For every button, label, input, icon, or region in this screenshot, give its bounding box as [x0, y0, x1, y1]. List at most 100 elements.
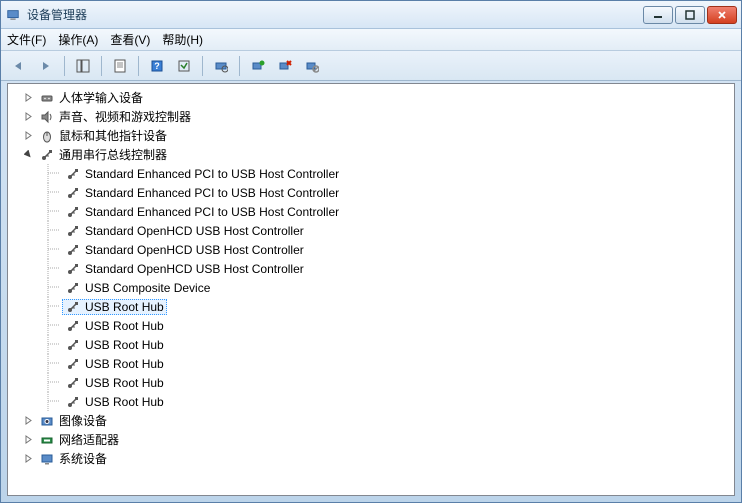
- tree-item-label-wrap[interactable]: Standard Enhanced PCI to USB Host Contro…: [62, 204, 342, 220]
- tree-branch-icon: [42, 354, 62, 373]
- usb-icon: [65, 261, 81, 277]
- collapse-icon[interactable]: [22, 149, 34, 161]
- disable-button[interactable]: [300, 54, 324, 78]
- tree-item-label: Standard Enhanced PCI to USB Host Contro…: [85, 205, 339, 219]
- update-driver-button[interactable]: [246, 54, 270, 78]
- expand-icon[interactable]: [22, 415, 34, 427]
- tree-item-label-wrap[interactable]: Standard OpenHCD USB Host Controller: [62, 261, 307, 277]
- svg-text:?: ?: [154, 61, 160, 71]
- toolbar: ?: [1, 51, 741, 81]
- usb-icon: [65, 375, 81, 391]
- toolbar-separator: [239, 56, 240, 76]
- expand-icon[interactable]: [22, 434, 34, 446]
- toolbar-separator: [138, 56, 139, 76]
- tree-item-label: USB Root Hub: [85, 357, 164, 371]
- tree-branch-icon: [42, 335, 62, 354]
- hid-icon: [39, 90, 55, 106]
- usb-icon: [65, 337, 81, 353]
- show-hide-tree-button[interactable]: [71, 54, 95, 78]
- tree-item-label: 图像设备: [59, 412, 107, 429]
- scan-hardware-button[interactable]: [209, 54, 233, 78]
- tree-category[interactable]: 系统设备: [16, 449, 734, 468]
- menu-file[interactable]: 文件(F): [7, 31, 46, 48]
- tree-category[interactable]: 鼠标和其他指针设备: [16, 126, 734, 145]
- tree-item-label: USB Root Hub: [85, 338, 164, 352]
- usb-icon: [65, 223, 81, 239]
- tree-category[interactable]: 通用串行总线控制器: [16, 145, 734, 164]
- tree-item-label-wrap[interactable]: USB Root Hub: [62, 299, 167, 315]
- usb-icon: [65, 280, 81, 296]
- tree-item[interactable]: USB Root Hub: [16, 335, 734, 354]
- usb-icon: [65, 394, 81, 410]
- usb-icon: [65, 299, 81, 315]
- tree-item-label-wrap[interactable]: 声音、视频和游戏控制器: [36, 109, 194, 125]
- tree-item-label-wrap[interactable]: 图像设备: [36, 413, 110, 429]
- usb-icon: [65, 185, 81, 201]
- help-button[interactable]: ?: [145, 54, 169, 78]
- tree-item-label: Standard OpenHCD USB Host Controller: [85, 262, 304, 276]
- action-button[interactable]: [172, 54, 196, 78]
- device-tree[interactable]: 人体学输入设备声音、视频和游戏控制器鼠标和其他指针设备通用串行总线控制器 Stan…: [8, 84, 734, 495]
- expand-icon[interactable]: [22, 92, 34, 104]
- usb-icon: [65, 318, 81, 334]
- tree-item-label: USB Root Hub: [85, 395, 164, 409]
- tree-branch-icon: [42, 221, 62, 240]
- tree-item[interactable]: Standard OpenHCD USB Host Controller: [16, 221, 734, 240]
- tree-branch-icon: [42, 202, 62, 221]
- tree-item-label: 声音、视频和游戏控制器: [59, 108, 191, 125]
- tree-item-label-wrap[interactable]: Standard Enhanced PCI to USB Host Contro…: [62, 166, 342, 182]
- tree-item[interactable]: USB Root Hub: [16, 354, 734, 373]
- tree-item-label: 人体学输入设备: [59, 89, 143, 106]
- tree-item-label-wrap[interactable]: 网络适配器: [36, 432, 122, 448]
- tree-item-label-wrap[interactable]: USB Root Hub: [62, 337, 167, 353]
- tree-item[interactable]: USB Root Hub: [16, 316, 734, 335]
- tree-item-label-wrap[interactable]: 通用串行总线控制器: [36, 147, 170, 163]
- tree-item-label: 通用串行总线控制器: [59, 146, 167, 163]
- tree-item-label-wrap[interactable]: 人体学输入设备: [36, 90, 146, 106]
- menu-action[interactable]: 操作(A): [58, 31, 98, 48]
- expand-icon[interactable]: [22, 130, 34, 142]
- tree-item-label-wrap[interactable]: Standard OpenHCD USB Host Controller: [62, 223, 307, 239]
- maximize-button[interactable]: [675, 6, 705, 24]
- tree-category[interactable]: 声音、视频和游戏控制器: [16, 107, 734, 126]
- expand-icon[interactable]: [22, 111, 34, 123]
- tree-item-label-wrap[interactable]: 鼠标和其他指针设备: [36, 128, 170, 144]
- back-button[interactable]: [7, 54, 31, 78]
- tree-category[interactable]: 图像设备: [16, 411, 734, 430]
- tree-item[interactable]: USB Composite Device: [16, 278, 734, 297]
- tree-item[interactable]: Standard OpenHCD USB Host Controller: [16, 240, 734, 259]
- properties-button[interactable]: [108, 54, 132, 78]
- tree-item[interactable]: Standard Enhanced PCI to USB Host Contro…: [16, 183, 734, 202]
- expand-icon[interactable]: [22, 453, 34, 465]
- tree-item-label-wrap[interactable]: USB Root Hub: [62, 318, 167, 334]
- tree-item-label-wrap[interactable]: USB Root Hub: [62, 394, 167, 410]
- uninstall-button[interactable]: [273, 54, 297, 78]
- system-icon: [39, 451, 55, 467]
- tree-item[interactable]: USB Root Hub: [16, 373, 734, 392]
- tree-item-label-wrap[interactable]: USB Composite Device: [62, 280, 213, 296]
- usb-icon: [65, 242, 81, 258]
- forward-button[interactable]: [34, 54, 58, 78]
- window-controls: [643, 6, 737, 24]
- tree-item[interactable]: Standard Enhanced PCI to USB Host Contro…: [16, 202, 734, 221]
- tree-item-label-wrap[interactable]: Standard OpenHCD USB Host Controller: [62, 242, 307, 258]
- tree-item-label: USB Root Hub: [85, 319, 164, 333]
- tree-item-label-wrap[interactable]: 系统设备: [36, 451, 110, 467]
- tree-item-label-wrap[interactable]: Standard Enhanced PCI to USB Host Contro…: [62, 185, 342, 201]
- tree-item-label: Standard OpenHCD USB Host Controller: [85, 224, 304, 238]
- sound-icon: [39, 109, 55, 125]
- close-button[interactable]: [707, 6, 737, 24]
- tree-branch-icon: [42, 278, 62, 297]
- menu-view[interactable]: 查看(V): [110, 31, 150, 48]
- menu-help[interactable]: 帮助(H): [162, 31, 203, 48]
- tree-category[interactable]: 网络适配器: [16, 430, 734, 449]
- minimize-button[interactable]: [643, 6, 673, 24]
- tree-item[interactable]: USB Root Hub: [16, 297, 734, 316]
- tree-item-label-wrap[interactable]: USB Root Hub: [62, 375, 167, 391]
- window-title: 设备管理器: [27, 6, 87, 23]
- tree-item[interactable]: Standard Enhanced PCI to USB Host Contro…: [16, 164, 734, 183]
- tree-item[interactable]: Standard OpenHCD USB Host Controller: [16, 259, 734, 278]
- tree-category[interactable]: 人体学输入设备: [16, 88, 734, 107]
- tree-item-label-wrap[interactable]: USB Root Hub: [62, 356, 167, 372]
- tree-item[interactable]: USB Root Hub: [16, 392, 734, 411]
